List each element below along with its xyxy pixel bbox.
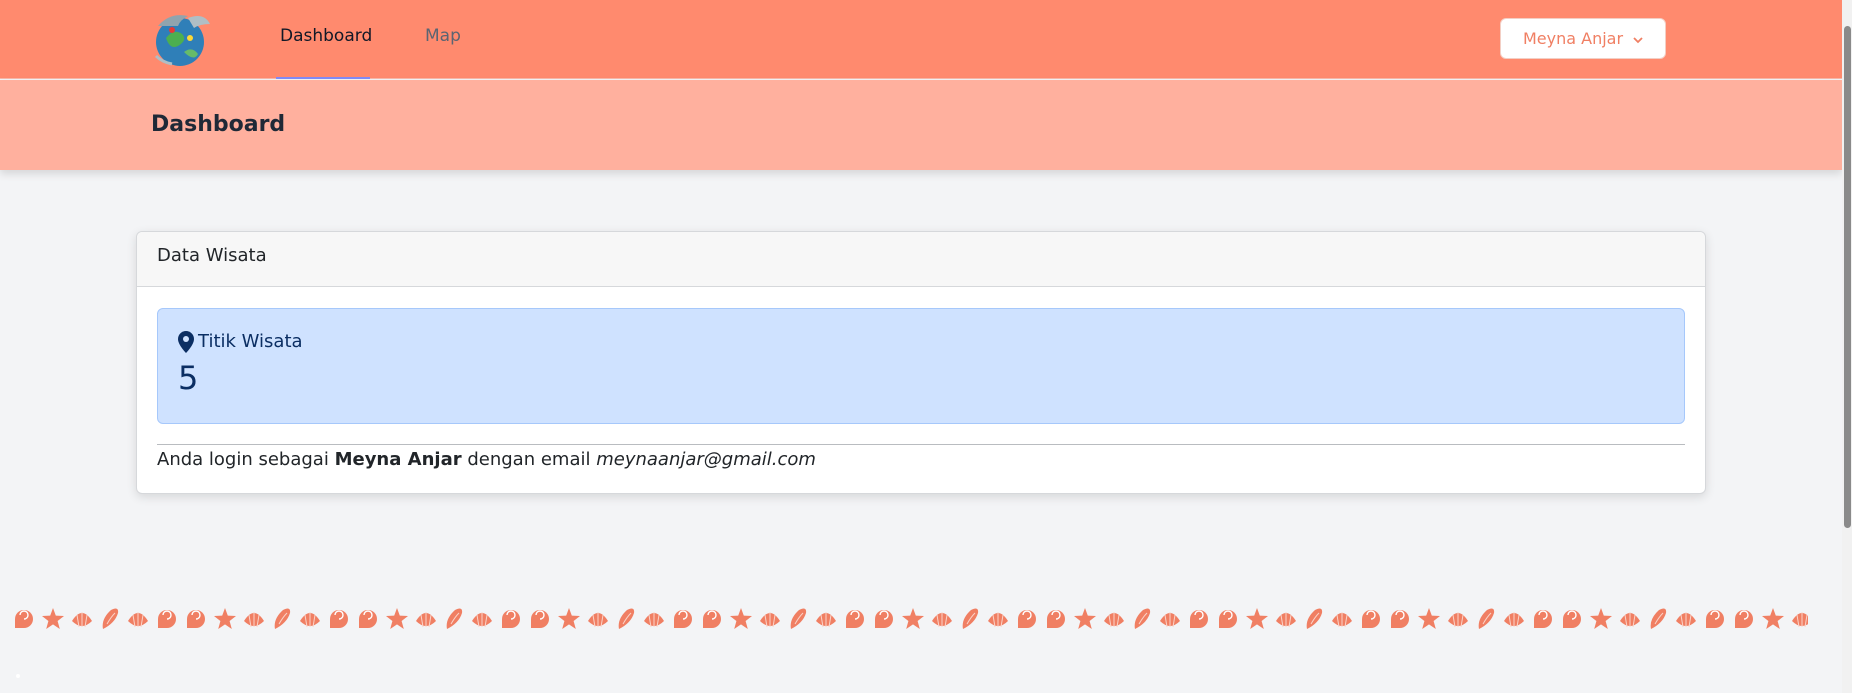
page-title: Dashboard — [151, 112, 286, 137]
conch-icon — [1303, 607, 1327, 631]
user-menu-button[interactable]: Meyna Anjar — [1500, 18, 1666, 59]
starfish-icon — [1761, 607, 1787, 631]
starfish-icon — [213, 607, 239, 631]
globe-logo-icon[interactable] — [148, 8, 214, 70]
corner-dot — [16, 674, 20, 678]
navbar: Dashboard Map Meyna Anjar — [0, 0, 1842, 79]
scallop-icon — [70, 607, 96, 631]
shell-icon — [184, 607, 210, 631]
shell-icon — [356, 607, 382, 631]
login-user-name: Meyna Anjar — [334, 449, 462, 470]
scallop-icon — [1102, 607, 1128, 631]
scallop-icon — [126, 607, 152, 631]
scallop-icon — [1274, 607, 1300, 631]
user-menu-label: Meyna Anjar — [1522, 29, 1624, 48]
starfish-icon — [385, 607, 411, 631]
conch-icon — [787, 607, 811, 631]
shell-icon — [1560, 607, 1586, 631]
starfish-icon — [41, 607, 67, 631]
shell-icon — [671, 607, 697, 631]
conch-icon — [271, 607, 295, 631]
conch-icon — [99, 607, 123, 631]
starfish-icon — [729, 607, 755, 631]
shell-icon — [1531, 607, 1557, 631]
page-header: Dashboard — [0, 80, 1842, 170]
scallop-icon — [814, 607, 840, 631]
shell-pattern-border — [12, 604, 1808, 634]
scallop-icon — [242, 607, 268, 631]
scallop-icon — [470, 607, 496, 631]
scallop-icon — [414, 607, 440, 631]
starfish-icon — [557, 607, 583, 631]
shell-icon — [1187, 607, 1213, 631]
conch-icon — [615, 607, 639, 631]
divider — [157, 444, 1685, 445]
login-email: meynaanjar@gmail.com — [596, 449, 816, 470]
login-prefix: Anda login sebagai — [157, 449, 329, 470]
map-pin-icon — [178, 331, 194, 353]
conch-icon — [1131, 607, 1155, 631]
scallop-icon — [298, 607, 324, 631]
shell-icon — [1732, 607, 1758, 631]
shell-icon — [155, 607, 181, 631]
starfish-icon — [1589, 607, 1615, 631]
scallop-icon — [586, 607, 612, 631]
data-wisata-card: Data Wisata Titik Wisata 5 Anda login se… — [136, 231, 1706, 494]
stat-value: 5 — [178, 359, 199, 397]
shell-icon — [1044, 607, 1070, 631]
shell-icon — [1703, 607, 1729, 631]
conch-icon — [959, 607, 983, 631]
shell-icon — [499, 607, 525, 631]
card-title: Data Wisata — [157, 245, 267, 266]
starfish-icon — [1073, 607, 1099, 631]
scallop-icon — [758, 607, 784, 631]
shell-icon — [1388, 607, 1414, 631]
starfish-icon — [901, 607, 927, 631]
shell-icon — [872, 607, 898, 631]
scrollbar-thumb[interactable] — [1844, 26, 1851, 528]
card-header: Data Wisata — [137, 232, 1705, 287]
shell-icon — [700, 607, 726, 631]
scallop-icon — [1790, 607, 1808, 631]
nav-link-map[interactable]: Map — [425, 26, 461, 46]
scallop-icon — [930, 607, 956, 631]
conch-icon — [1475, 607, 1499, 631]
scallop-icon — [1158, 607, 1184, 631]
scallop-icon — [642, 607, 668, 631]
shell-icon — [1015, 607, 1041, 631]
scallop-icon — [1502, 607, 1528, 631]
scallop-icon — [1330, 607, 1356, 631]
shell-icon — [327, 607, 353, 631]
conch-icon — [443, 607, 467, 631]
shell-icon — [843, 607, 869, 631]
scallop-icon — [986, 607, 1012, 631]
login-middle: dengan email — [467, 449, 591, 470]
shell-icon — [1359, 607, 1385, 631]
scallop-icon — [1674, 607, 1700, 631]
starfish-icon — [1417, 607, 1443, 631]
login-info: Anda login sebagai Meyna Anjar dengan em… — [157, 449, 816, 470]
starfish-icon — [1245, 607, 1271, 631]
shell-icon — [528, 607, 554, 631]
titik-wisata-stat: Titik Wisata 5 — [157, 308, 1685, 424]
scallop-icon — [1446, 607, 1472, 631]
scallop-icon — [1618, 607, 1644, 631]
stat-label: Titik Wisata — [198, 331, 303, 352]
nav-link-dashboard[interactable]: Dashboard — [280, 26, 372, 46]
conch-icon — [1647, 607, 1671, 631]
active-nav-indicator — [276, 77, 370, 79]
shell-icon — [1216, 607, 1242, 631]
chevron-down-icon — [1633, 29, 1643, 48]
shell-icon — [12, 607, 38, 631]
